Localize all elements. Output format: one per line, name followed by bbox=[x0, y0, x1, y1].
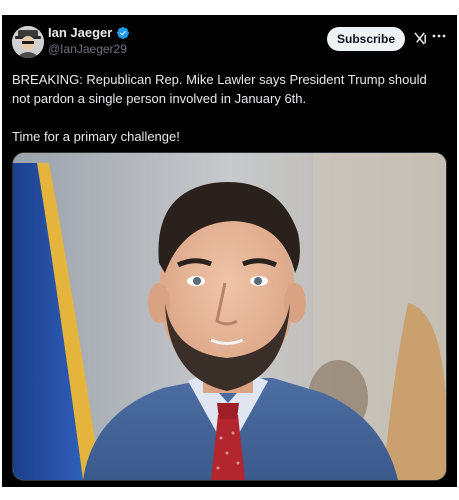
avatar-photo bbox=[12, 26, 44, 58]
tweet-paragraph: Time for a primary challenge! bbox=[12, 129, 180, 144]
author-avatar[interactable] bbox=[12, 26, 44, 58]
verified-badge-icon bbox=[116, 26, 130, 40]
tweet-card: Ian Jaeger @IanJaeger29 Subscribe BREAKI… bbox=[2, 15, 457, 487]
tweet-paragraph: BREAKING: Republican Rep. Mike Lawler sa… bbox=[12, 72, 427, 106]
tweet-text: BREAKING: Republican Rep. Mike Lawler sa… bbox=[12, 70, 448, 146]
photo-image bbox=[13, 153, 446, 480]
author-name-row: Ian Jaeger bbox=[48, 25, 130, 40]
author-handle[interactable]: @IanJaeger29 bbox=[48, 42, 127, 56]
subscribe-button[interactable]: Subscribe bbox=[327, 27, 405, 51]
author-display-name[interactable]: Ian Jaeger bbox=[48, 25, 112, 40]
grok-icon[interactable] bbox=[412, 30, 428, 46]
more-icon[interactable] bbox=[431, 28, 447, 44]
tweet-photo[interactable] bbox=[12, 152, 447, 481]
